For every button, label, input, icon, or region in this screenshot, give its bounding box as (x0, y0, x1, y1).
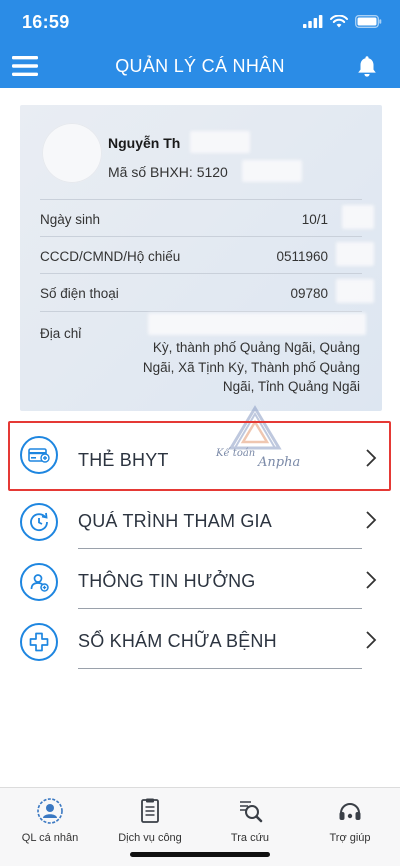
info-value: 09780 (290, 286, 328, 301)
info-row-phone: Số điện thoại 09780 (40, 273, 362, 310)
page-title: QUẢN LÝ CÁ NHÂN (115, 56, 285, 76)
battery-icon (355, 15, 382, 28)
app-header: 16:59 QUẢN LÝ CÁ NHÂN (0, 0, 400, 88)
redaction-patch (242, 160, 302, 182)
user-name: Nguyễn Th (108, 135, 181, 151)
menu-item-benefit-info[interactable]: THÔNG TIN HƯỞNG (0, 550, 400, 610)
wifi-icon (330, 15, 348, 28)
tab-label: QL cá nhân (21, 832, 79, 844)
address-label: Địa chỉ (40, 326, 82, 341)
person-badge-icon (37, 798, 63, 824)
info-value: 10/1 (301, 212, 328, 227)
menu-item-participation-history[interactable]: QUÁ TRÌNH THAM GIA (0, 490, 400, 550)
chevron-right-icon (366, 571, 377, 589)
avatar (42, 123, 102, 183)
tab-label: Dịch vụ công (118, 832, 182, 844)
address-value: Kỳ, thành phố Quảng Ngãi, Quảng Ngãi, Xã… (142, 340, 360, 394)
menu-item-health-card[interactable]: THẺ BHYT (0, 420, 400, 490)
info-row-birthdate: Ngày sinh 10/1 (40, 199, 362, 236)
redaction-patch (342, 205, 374, 229)
chevron-right-icon (366, 511, 377, 529)
history-icon (20, 503, 58, 541)
status-time: 16:59 (22, 12, 70, 32)
document-icon (141, 798, 159, 823)
info-row-id-number: CCCD/CMND/Hộ chiếu 0511960 (40, 236, 362, 273)
divider (78, 668, 362, 669)
info-rows: Ngày sinh 10/1 CCCD/CMND/Hộ chiếu 051196… (40, 199, 362, 310)
tab-public-services[interactable]: Dịch vụ công (110, 796, 190, 844)
tab-label: Tra cứu (230, 832, 270, 844)
notifications-button[interactable] (352, 51, 382, 81)
divider (78, 608, 362, 609)
info-label: Ngày sinh (40, 212, 101, 227)
beneficiary-icon (20, 563, 58, 601)
menu-item-label: QUÁ TRÌNH THAM GIA (78, 511, 272, 531)
redaction-patch (336, 279, 374, 303)
menu-item-label: THÔNG TIN HƯỞNG (78, 571, 256, 591)
tab-help[interactable]: Trợ giúp (310, 796, 390, 844)
cellular-signal-icon (303, 15, 323, 28)
divider (78, 548, 362, 549)
chevron-right-icon (366, 449, 377, 467)
chevron-right-icon (366, 631, 377, 649)
info-label: Số điện thoại (40, 286, 119, 301)
menu-item-label: THẺ BHYT (78, 450, 169, 470)
redaction-patch (336, 242, 374, 266)
tab-lookup[interactable]: Tra cứu (210, 796, 290, 844)
medical-cross-icon (20, 623, 58, 661)
search-icon (240, 801, 263, 823)
redaction-patch (148, 313, 366, 335)
bhxh-code: Mã số BHXH: 5120 (108, 164, 228, 180)
headset-icon (339, 803, 361, 820)
menu-item-label: SỔ KHÁM CHỮA BỆNH (78, 631, 277, 651)
redaction-patch (190, 131, 250, 153)
tab-label: Trợ giúp (329, 832, 371, 844)
tab-personal[interactable]: QL cá nhân (10, 796, 90, 844)
profile-card: Nguyễn Th Mã số BHXH: 5120 Ngày sinh 10/… (20, 105, 382, 411)
nav-bar: QUẢN LÝ CÁ NHÂN (0, 44, 400, 88)
info-value: 0511960 (276, 249, 328, 264)
info-label: CCCD/CMND/Hộ chiếu (40, 249, 181, 264)
status-bar: 16:59 (0, 0, 400, 44)
menu-list: THẺ BHYT QUÁ TRÌNH THAM GIA THÔNG TIN HƯ… (0, 420, 400, 670)
menu-item-medical-record[interactable]: SỔ KHÁM CHỮA BỆNH (0, 610, 400, 670)
home-indicator[interactable] (130, 852, 270, 857)
bell-icon (358, 56, 376, 77)
health-card-icon (20, 436, 58, 474)
status-icons (303, 15, 382, 28)
